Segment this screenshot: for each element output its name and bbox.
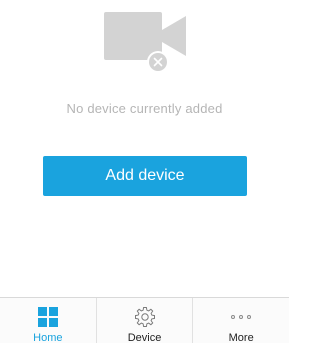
app-screen: No device currently added Add device Hom… — [0, 0, 289, 343]
tab-bar: Home Device More — [0, 297, 289, 343]
tab-device[interactable]: Device — [95, 298, 193, 343]
add-device-button[interactable]: Add device — [43, 156, 247, 196]
tab-more-label: More — [228, 332, 254, 343]
more-dots-icon — [230, 306, 252, 328]
video-camera-icon — [100, 10, 192, 72]
tab-more[interactable]: More — [192, 298, 289, 343]
tab-home[interactable]: Home — [0, 298, 96, 343]
empty-message: No device currently added — [66, 101, 223, 116]
empty-state: No device currently added Add device — [0, 0, 289, 260]
gear-icon — [134, 306, 156, 328]
close-icon — [149, 53, 167, 71]
tab-home-label: Home — [33, 332, 63, 343]
grid-icon — [37, 306, 59, 328]
tab-device-label: Device — [127, 332, 162, 343]
